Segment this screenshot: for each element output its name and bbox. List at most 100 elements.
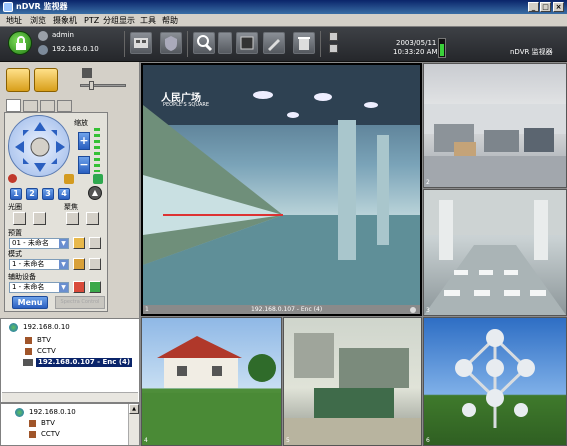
volume-slider[interactable]: [80, 81, 126, 90]
menu-browse[interactable]: 浏览: [30, 15, 46, 26]
minimize-button[interactable]: _: [528, 2, 539, 12]
pattern-record-icon[interactable]: [73, 258, 85, 270]
menu-address[interactable]: 地址: [6, 15, 22, 26]
home-icon[interactable]: [8, 174, 17, 183]
status-meter: [438, 38, 446, 58]
tab-settings[interactable]: [57, 100, 72, 112]
camera-group-icon: [29, 420, 36, 427]
pattern-select[interactable]: 1 - 未命名 ▼: [9, 259, 69, 270]
tree-selected-encoder[interactable]: 192.168.0.107 - Enc (4): [36, 358, 133, 367]
preset-button-3[interactable]: 3: [42, 188, 54, 200]
operator-mic-icon[interactable]: [34, 68, 58, 92]
aux-select[interactable]: 1 - 未命名 ▼: [9, 282, 69, 293]
iris-open-icon[interactable]: [13, 212, 26, 225]
focus-far-icon[interactable]: [86, 212, 99, 225]
maximize-button[interactable]: □: [540, 2, 551, 12]
date-display: 2003/05/11: [396, 39, 437, 47]
rotate-icon[interactable]: [64, 174, 74, 184]
operator-icon[interactable]: [6, 68, 30, 92]
toolbar: admin 192.168.0.10 2003/05/11 10:33:20 A…: [0, 27, 567, 62]
tab-playback[interactable]: [40, 100, 55, 112]
tree2-server[interactable]: 192.168.0.10: [29, 408, 76, 417]
camera-grid-icon[interactable]: [130, 32, 152, 54]
ptz-control-panel: 缩放 + − 1 2 3 4 ▲ 光圈 聚焦 预置 01 - 未命名 ▼ 模式 1…: [0, 62, 140, 318]
video-cell-3[interactable]: 3: [423, 189, 567, 316]
video-index-2: 2: [426, 179, 430, 186]
video-index-3: 3: [426, 307, 430, 314]
preset-select-value: 01 - 未命名: [12, 239, 49, 247]
user-name: admin: [52, 31, 74, 39]
hall-scene: [424, 190, 566, 315]
pattern-select-value: 1 - 未命名: [12, 260, 45, 268]
preset-select[interactable]: 01 - 未命名 ▼: [9, 238, 69, 249]
spectra-control-button[interactable]: Spectra Control: [55, 296, 105, 309]
device-tree-secondary: 192.168.0.10 BTV CCTV ▲: [0, 403, 140, 446]
scroll-up-icon[interactable]: ▲: [129, 404, 139, 414]
server-icon: [38, 45, 48, 55]
edit-icon[interactable]: [263, 32, 285, 54]
video-cell-5[interactable]: 5: [283, 317, 422, 446]
record-indicator-icon: [410, 307, 416, 313]
tab-search[interactable]: [23, 100, 38, 112]
film-icon[interactable]: [236, 32, 258, 54]
video-cell-main[interactable]: 人民广场 PEOPLE'S SQUARE 1 192.168.0.107 - E…: [141, 63, 422, 316]
preset-go-icon[interactable]: [89, 237, 101, 249]
aux-on-icon[interactable]: [73, 281, 85, 293]
close-button[interactable]: ×: [553, 2, 564, 12]
up-arrow-icon[interactable]: [329, 32, 338, 41]
magnifier-icon[interactable]: [193, 32, 215, 54]
menu-help[interactable]: 帮助: [162, 15, 178, 26]
menu-ptz[interactable]: PTZ: [84, 15, 99, 26]
vertical-scrollbar[interactable]: ▲: [128, 404, 139, 445]
video-cell-2[interactable]: 2: [423, 63, 567, 188]
horizontal-scrollbar[interactable]: [2, 392, 138, 402]
user-icon: [38, 31, 48, 41]
preset-button-4[interactable]: 4: [58, 188, 70, 200]
preset-button-1[interactable]: 1: [10, 188, 22, 200]
shield-icon[interactable]: [160, 32, 182, 54]
zoom-out-button[interactable]: −: [78, 156, 90, 174]
aux-select-value: 1 - 未命名: [12, 283, 45, 291]
toolbar-separator: [124, 31, 125, 57]
eject-icon[interactable]: ▲: [88, 186, 102, 200]
zoom-in-button[interactable]: +: [78, 132, 90, 150]
preset-button-2[interactable]: 2: [26, 188, 38, 200]
atomium-scene: [455, 329, 535, 428]
aperture-label: 光圈: [8, 203, 22, 211]
camera-group-icon: [25, 348, 32, 355]
preset-edit-icon[interactable]: [73, 237, 85, 249]
tree-group-btv[interactable]: BTV: [37, 336, 51, 345]
lock-icon[interactable]: [8, 31, 32, 55]
tree-server[interactable]: 192.168.0.10: [23, 323, 70, 332]
pattern-play-icon[interactable]: [89, 258, 101, 270]
menu-camera[interactable]: 摄象机: [53, 15, 77, 26]
focus-near-icon[interactable]: [66, 212, 79, 225]
zoom-level-meter: [94, 128, 100, 172]
video-cell-6[interactable]: 6: [423, 317, 567, 446]
down-arrow-icon[interactable]: [329, 44, 338, 53]
menu-tools[interactable]: 工具: [140, 15, 156, 26]
direction-pad[interactable]: [8, 115, 70, 177]
video-index-4: 4: [144, 437, 148, 444]
tree2-group-cctv[interactable]: CCTV: [41, 430, 60, 439]
tree-group-cctv[interactable]: CCTV: [37, 347, 56, 356]
tree2-group-btv[interactable]: BTV: [41, 419, 55, 428]
menu-button[interactable]: Menu: [12, 296, 48, 309]
toolbar-separator: [187, 31, 188, 57]
split-view-icon[interactable]: [218, 32, 232, 54]
aux-label: 辅助设备: [8, 273, 36, 281]
tab-ptz[interactable]: [6, 99, 21, 112]
office-scene: [424, 104, 566, 187]
video-cell-4[interactable]: 4: [141, 317, 282, 446]
run-icon[interactable]: [93, 174, 103, 184]
zoom-label: 缩放: [74, 119, 88, 127]
brand-label: nDVR 监视器: [510, 48, 553, 56]
iris-close-icon[interactable]: [33, 212, 46, 225]
speaker-icon: [82, 68, 92, 78]
aux-off-icon[interactable]: [89, 281, 101, 293]
video-caption: 192.168.0.107 - Enc (4): [251, 306, 323, 313]
menu-group-display[interactable]: 分组显示: [103, 15, 135, 26]
title-bar: nDVR 监视器 _ □ ×: [0, 0, 567, 14]
trash-icon[interactable]: [293, 32, 315, 54]
pattern-label: 模式: [8, 250, 22, 258]
